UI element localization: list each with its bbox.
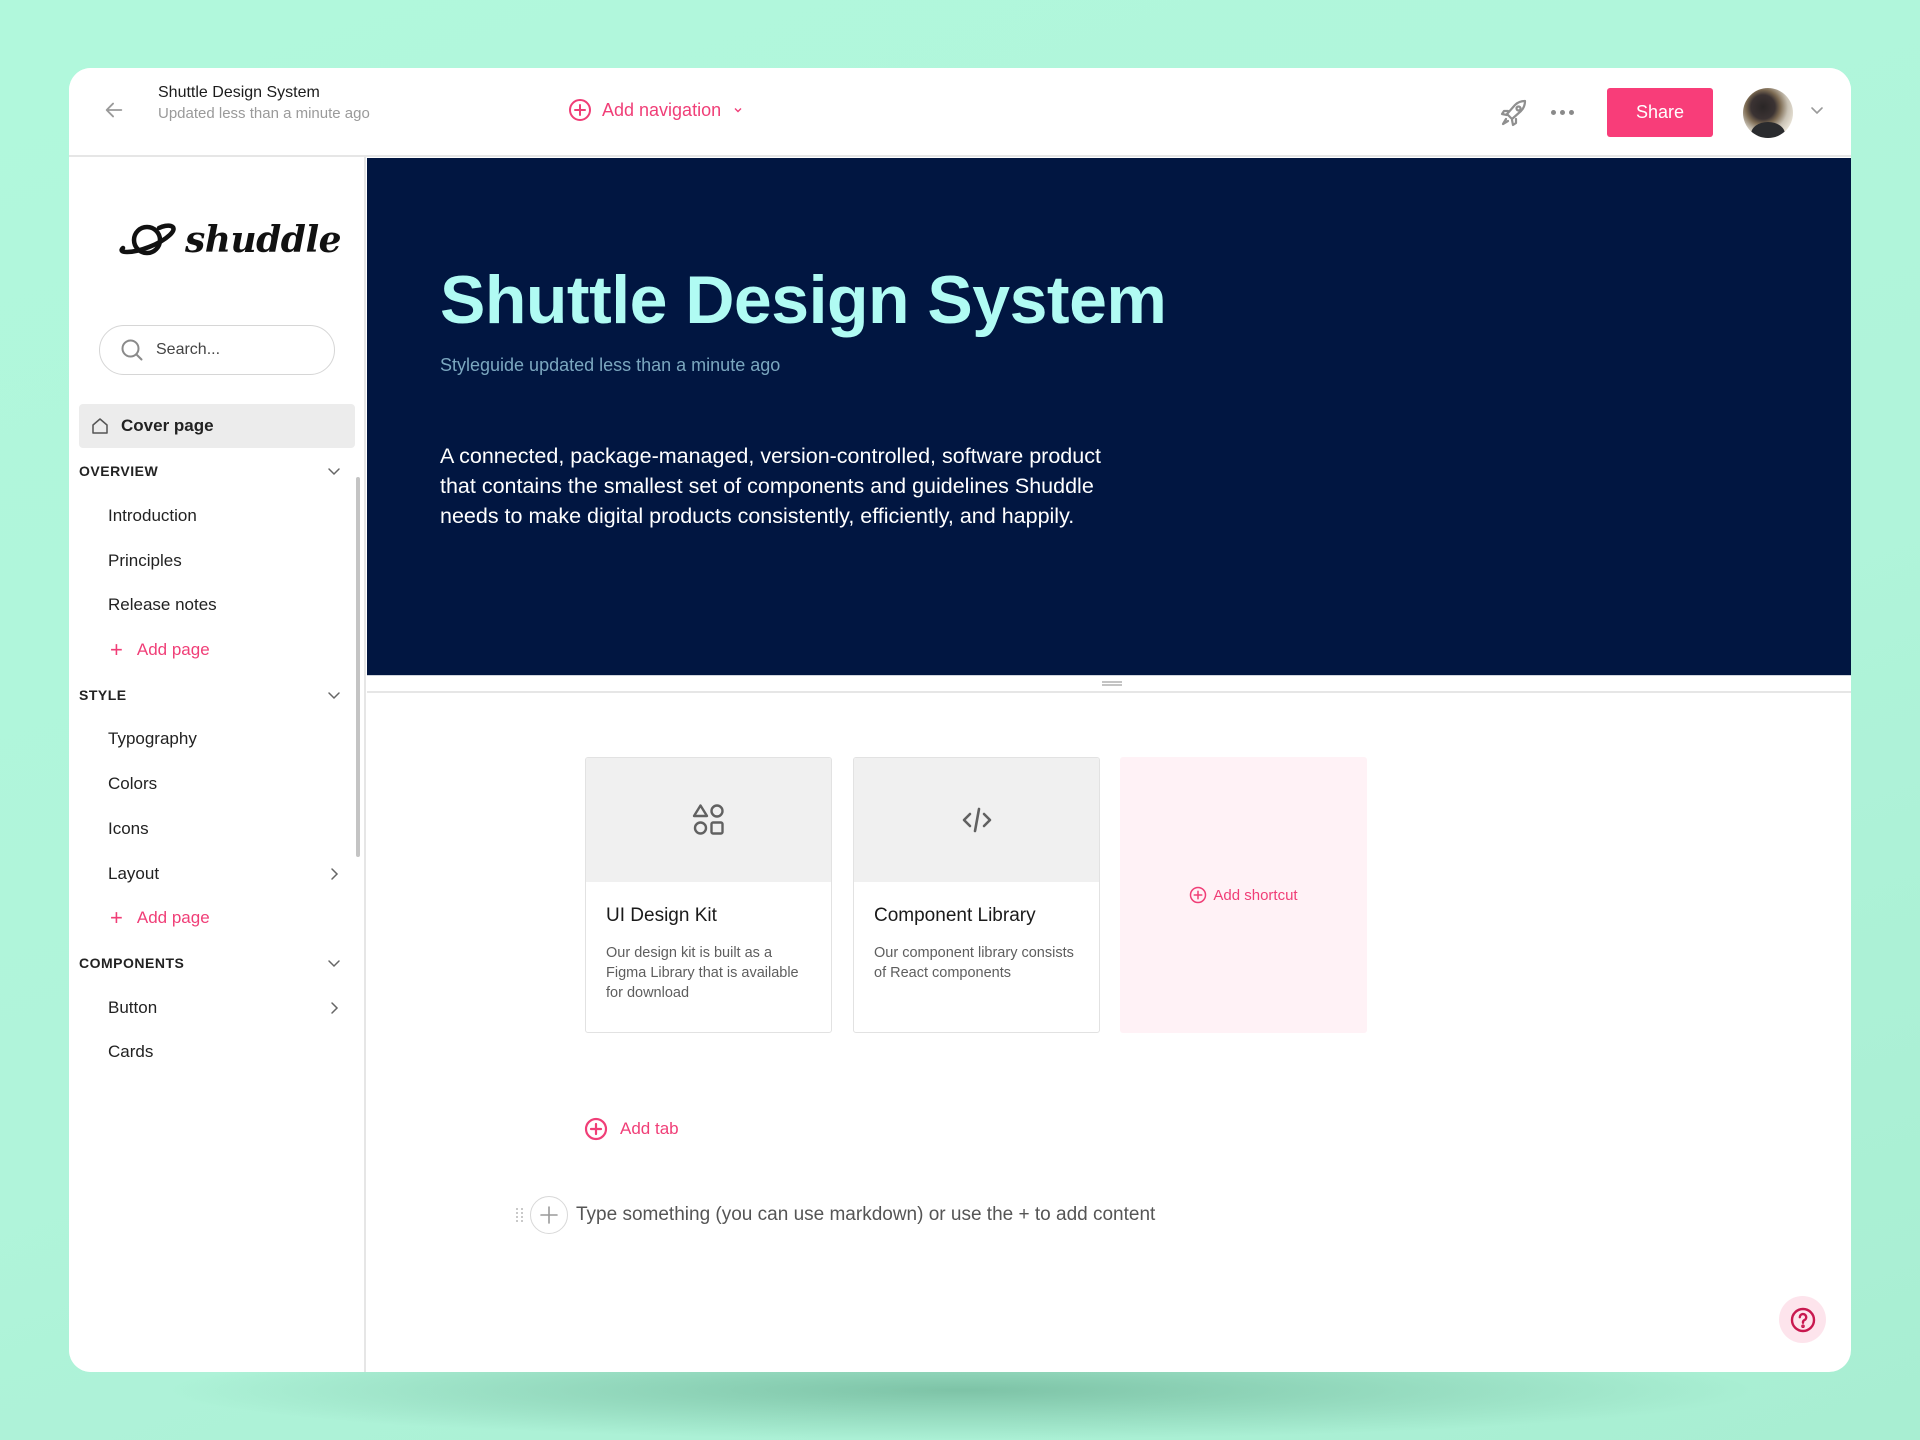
search-input[interactable]: [156, 341, 306, 359]
help-button[interactable]: [1779, 1296, 1826, 1343]
sidebar-item-icons[interactable]: Icons: [79, 807, 355, 852]
add-tab-label: Add tab: [620, 1119, 679, 1138]
code-icon: [962, 807, 991, 833]
dot: [1559, 109, 1565, 115]
help-question-icon: [1790, 1307, 1815, 1332]
plus-circle-icon: [584, 1117, 608, 1141]
plus-icon: [540, 1206, 558, 1224]
sidebar-item-label: Cards: [108, 1042, 154, 1062]
home-icon: [92, 418, 108, 434]
hero-title: Shuttle Design System: [440, 262, 1167, 338]
sidebar-item-typography[interactable]: Typography: [79, 717, 355, 762]
chevron-right-icon[interactable]: [327, 867, 341, 881]
sidebar-item-principles[interactable]: Principles: [79, 538, 355, 583]
sidebar-nav: Cover page OVERVIEW Introduction Princip…: [79, 404, 355, 1075]
sidebar-item-introduction[interactable]: Introduction: [79, 494, 355, 539]
plus-circle-icon: [569, 99, 591, 121]
hero-resize-bar[interactable]: [367, 675, 1851, 693]
cover-hero: Shuttle Design System Styleguide updated…: [367, 158, 1851, 675]
card-thumbnail: [586, 758, 831, 882]
content-editor-input[interactable]: [576, 1204, 1276, 1226]
add-page-button-style[interactable]: + Add page: [79, 896, 355, 941]
add-navigation-label: Add navigation: [602, 99, 722, 120]
drag-handle-icon[interactable]: [516, 1204, 524, 1226]
plus-circle-icon: [1190, 886, 1207, 904]
chevron-down-icon: [1811, 107, 1823, 115]
share-button[interactable]: Share: [1607, 88, 1713, 137]
add-shortcut-button[interactable]: Add shortcut: [1120, 757, 1367, 1033]
document-title: Shuttle Design System: [158, 84, 320, 101]
sidebar-item-colors[interactable]: Colors: [79, 762, 355, 807]
sidebar-item-layout[interactable]: Layout: [79, 851, 355, 896]
brand-logo[interactable]: shuddle: [117, 219, 342, 261]
shortcut-card-ui-design-kit[interactable]: UI Design Kit Our design kit is built as…: [585, 757, 832, 1033]
shapes-icon: [692, 804, 724, 835]
add-navigation-button[interactable]: Add navigation: [568, 98, 743, 122]
sidebar-item-label: Principles: [108, 550, 182, 570]
shortcut-card-component-library[interactable]: Component Library Our component library …: [853, 757, 1100, 1033]
sidebar-item-label: Release notes: [108, 595, 217, 615]
publish-rocket-button[interactable]: [1498, 97, 1530, 129]
sidebar-item-cards[interactable]: Cards: [79, 1030, 355, 1075]
sidebar-item-label: Cover page: [121, 416, 214, 435]
resize-handle-icon[interactable]: [1102, 681, 1122, 686]
dot: [1568, 109, 1574, 115]
add-shortcut-label: Add shortcut: [1213, 886, 1298, 904]
card-thumbnail: [854, 758, 1099, 882]
top-bar: Shuttle Design System Updated less than …: [69, 68, 1851, 157]
logo-wordmark: shuddle: [185, 219, 342, 261]
app-window: Shuttle Design System Updated less than …: [69, 68, 1851, 1372]
planet-logo-icon: [119, 223, 176, 256]
add-content-button[interactable]: [530, 1196, 568, 1234]
chevron-right-icon[interactable]: [327, 1001, 341, 1015]
card-title: UI Design Kit: [606, 905, 717, 926]
chevron-down-icon: [328, 960, 340, 967]
document-updated-status: Updated less than a minute ago: [158, 105, 370, 122]
content-editor-row: [516, 1196, 1276, 1234]
chevron-down-icon: [328, 692, 340, 699]
sidebar-section-components[interactable]: COMPONENTS: [79, 941, 355, 986]
back-button[interactable]: [99, 95, 129, 125]
plus-icon: +: [110, 637, 123, 663]
sidebar-item-label: Layout: [108, 863, 160, 883]
add-page-label: Add page: [136, 640, 210, 660]
hero-subtitle: Styleguide updated less than a minute ag…: [440, 355, 781, 375]
user-avatar[interactable]: [1743, 88, 1793, 138]
add-page-button-overview[interactable]: + Add page: [79, 628, 355, 673]
section-title: OVERVIEW: [79, 463, 159, 480]
sidebar-item-label: Introduction: [108, 506, 197, 526]
more-options-button[interactable]: [1547, 99, 1577, 125]
sidebar: shuddle Cover page OVERVIEW Introduction…: [69, 157, 366, 1372]
chevron-down-icon: [328, 468, 340, 476]
section-title: COMPONENTS: [79, 954, 185, 971]
hero-description: A connected, package-managed, version-co…: [440, 444, 1101, 528]
sidebar-section-style[interactable]: STYLE: [79, 672, 355, 717]
card-title: Component Library: [874, 905, 1036, 926]
sidebar-item-release-notes[interactable]: Release notes: [79, 583, 355, 628]
section-title: STYLE: [79, 686, 127, 703]
arrow-left-icon: [105, 102, 123, 118]
sidebar-item-label: Icons: [108, 818, 149, 838]
card-description: Our design kit is built as a Figma Libra…: [606, 945, 799, 1001]
sidebar-item-cover-page[interactable]: Cover page: [79, 404, 355, 448]
rocket-icon: [1500, 99, 1527, 127]
sidebar-item-label: Button: [108, 997, 158, 1017]
dot: [1550, 109, 1556, 115]
plus-icon: +: [110, 905, 123, 931]
sidebar-item-label: Colors: [108, 774, 158, 794]
sidebar-item-button[interactable]: Button: [79, 985, 355, 1030]
search-icon: [121, 339, 143, 361]
account-menu-toggle[interactable]: [1809, 102, 1825, 118]
add-page-label: Add page: [136, 908, 210, 928]
card-description: Our component library consists of React …: [874, 945, 1074, 981]
chevron-down-icon: [734, 108, 742, 113]
sidebar-item-label: Typography: [108, 729, 197, 749]
sidebar-section-overview[interactable]: OVERVIEW: [79, 449, 355, 494]
search-box[interactable]: [99, 325, 335, 375]
sidebar-scrollbar[interactable]: [356, 477, 360, 857]
add-tab-button[interactable]: Add tab: [584, 1117, 679, 1141]
